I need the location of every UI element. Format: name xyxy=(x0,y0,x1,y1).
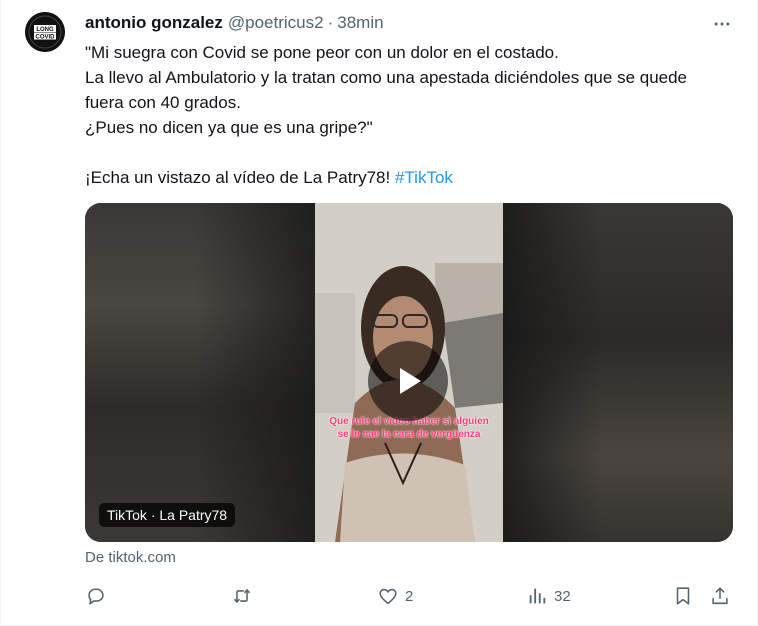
video-blur-right xyxy=(503,203,733,542)
share-icon xyxy=(712,587,728,605)
views-icon xyxy=(529,588,546,604)
long-covid-logo-icon: LONG COVID xyxy=(25,12,65,52)
like-button[interactable]: 2 xyxy=(377,582,413,610)
bookmark-button[interactable] xyxy=(672,582,694,610)
author-handle[interactable]: @poetricus2 xyxy=(228,13,324,33)
views-button[interactable]: 32 xyxy=(526,582,571,610)
views-count: 32 xyxy=(554,587,571,605)
link-source[interactable]: De tiktok.com xyxy=(85,549,176,566)
heart-icon xyxy=(379,588,397,605)
reply-button[interactable] xyxy=(85,582,113,610)
play-button[interactable] xyxy=(368,341,448,421)
tweet-line: ¿Pues no dicen ya que es una gripe?" xyxy=(85,118,373,137)
svg-text:COVID: COVID xyxy=(35,35,55,41)
video-blur-left xyxy=(85,203,315,542)
separator-dot: · xyxy=(327,13,334,32)
tweet-line: "Mi suegra con Covid se pone peor con un… xyxy=(85,43,559,62)
tweet-text: "Mi suegra con Covid se pone peor con un… xyxy=(85,40,725,190)
play-icon xyxy=(400,368,421,394)
more-options-button[interactable] xyxy=(709,11,735,37)
bookmark-icon xyxy=(676,587,690,605)
share-button[interactable] xyxy=(709,582,731,610)
reply-icon xyxy=(88,588,104,605)
timestamp[interactable]: 38min xyxy=(337,13,383,33)
video-source-label[interactable]: TikTok · La Patry78 xyxy=(99,503,236,527)
hashtag-link[interactable]: #TikTok xyxy=(395,168,453,187)
retweet-button[interactable] xyxy=(231,582,259,610)
retweet-icon xyxy=(233,588,251,604)
avatar[interactable]: LONG COVID xyxy=(25,12,65,52)
more-dots-icon xyxy=(714,22,730,26)
action-bar: 2 32 xyxy=(85,582,735,610)
tweet-line: La llevo al Ambulatorio y la tratan como… xyxy=(85,68,692,112)
tweet-line xyxy=(85,140,725,165)
tweet-line-text: ¡Echa un vistazo al vídeo de La Patry78! xyxy=(85,168,395,187)
tweet-line: ¡Echa un vistazo al vídeo de La Patry78!… xyxy=(85,165,725,190)
like-count: 2 xyxy=(405,587,414,605)
tweet-header: antonio gonzalez @poetricus2 · 38min xyxy=(85,12,384,34)
tweet-card[interactable]: LONG COVID antonio gonzalez @poetricus2 … xyxy=(0,0,758,626)
author-name[interactable]: antonio gonzalez xyxy=(85,13,223,33)
video-card[interactable]: Que rule el video haber si alguien se le… xyxy=(85,203,733,542)
svg-text:LONG: LONG xyxy=(36,27,54,33)
